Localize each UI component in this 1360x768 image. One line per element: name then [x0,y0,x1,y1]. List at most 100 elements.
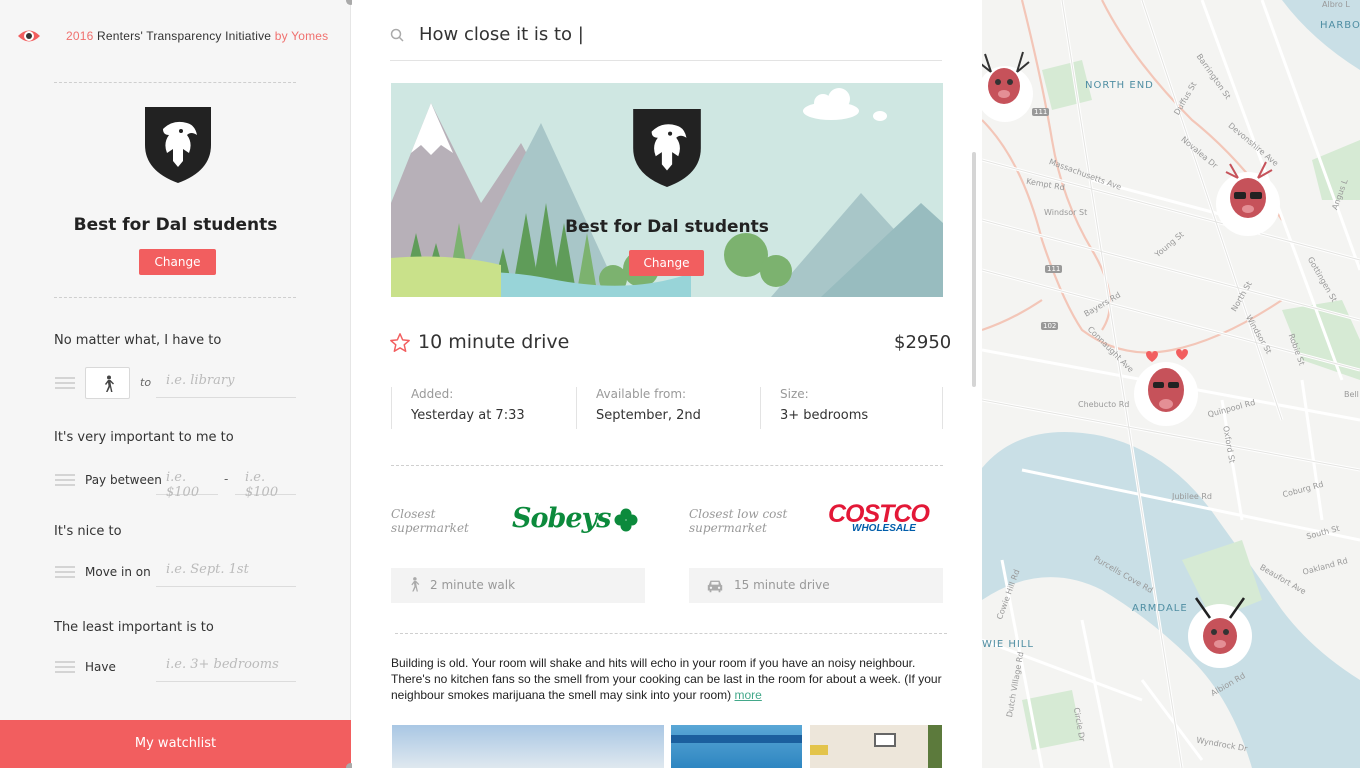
travel-mode-button[interactable] [85,367,130,399]
map-street-label: Oxford St [1221,425,1237,464]
map-area-label: ARMDALE [1132,603,1188,614]
walk-icon [105,375,114,392]
eye-icon[interactable] [17,26,41,46]
detail-value: Yesterday at 7:33 [411,408,525,423]
dal-crest-icon [633,109,701,187]
map-street-label: Circle Dr [1071,706,1087,743]
watchlist-button[interactable]: My watchlist [0,720,351,768]
map-street-label: Dutch Village Rd [1005,651,1026,718]
detail-key: Size: [780,387,809,401]
map-street-label: Robie St [1286,332,1307,367]
drive-distance-box: 15 minute drive [689,568,943,603]
least-heading: The least important is to [54,620,214,635]
initiative-name: Renters' Transparency Initiative [97,29,272,43]
map-street-label: Young St [1153,229,1186,260]
change-profile-button[interactable]: Change [139,249,216,275]
detail-value: September, 2nd [596,408,701,423]
to-label: to [140,376,152,389]
moose-hearts-pin-icon [1134,349,1198,426]
search-underline [390,60,942,61]
map-street-label: Purcells Cove Rd [1092,553,1155,596]
drag-handle-icon[interactable] [55,474,75,486]
map-street-label: Coburg Rd [1281,479,1325,500]
detail-size: Size: 3+ bedrooms [760,387,943,429]
map-street-label: Gottingen St [1305,255,1339,304]
move-in-date-input[interactable]: i.e. Sept. 1st [156,562,296,587]
walk-icon [411,577,420,592]
listing-photo[interactable] [671,725,802,768]
more-link[interactable]: more [735,688,762,702]
route-shield: 102 [1041,322,1059,330]
map-street-label: Bayers Rd [1082,290,1123,319]
listing-price: $2950 [894,332,952,353]
map-street-label: Barrington St [1194,52,1233,101]
hero-title: Best for Dal students [565,217,769,237]
closest-supermarket-label: Closest supermarket [391,507,469,535]
listing-photo[interactable] [392,725,664,768]
route-shield: 111 [1045,265,1063,273]
drag-handle-icon[interactable] [55,566,75,578]
destination-input[interactable]: i.e. library [156,373,296,398]
map-area-label: NORTH END [1085,80,1154,91]
initiative-banner: 2016 Renters' Transparency Initiative by… [66,29,328,43]
map-area-label: WIE HILL [982,639,1034,650]
map-street-label: Kempt Rd [1025,176,1066,193]
initiative-year: 2016 [66,29,94,43]
profile-title: Best for Dal students [73,215,278,235]
sobeys-logo: Sobeys [512,503,642,539]
app-root: 2016 Renters' Transparency Initiative by… [0,0,1360,768]
map-street-label: South St [1305,523,1341,542]
map-street-label: Windsor St [1243,313,1274,356]
walk-distance-box: 2 minute walk [391,568,645,603]
detail-added: Added: Yesterday at 7:33 [391,387,576,429]
initiative-by[interactable]: by Yomes [275,29,329,43]
drive-distance: 15 minute drive [734,578,830,592]
commute-time: 10 minute drive [418,331,570,353]
map-street-label: Quinpool Rd [1206,397,1257,420]
moose-sunglasses-pin-icon [1216,161,1280,236]
topbar: 2016 Renters' Transparency Initiative by… [0,0,350,72]
drag-handle-icon[interactable] [55,377,75,389]
moose-pin-icon [1188,597,1252,668]
listing-pin[interactable] [982,44,1037,128]
divider [395,633,947,634]
map-street-label: Angus L [1330,177,1350,212]
detail-key: Added: [411,387,454,401]
map-street-label: Chebucto Rd [1078,400,1130,409]
map-street-label: Bell [1344,390,1359,399]
hero-banner: Best for Dal students Change [391,83,943,297]
divider [54,297,296,298]
sobeys-logo-text: Sobeys [512,503,611,534]
price-min-input[interactable]: i.e. $100 [156,470,218,500]
star-icon[interactable] [389,332,411,354]
map-view[interactable]: NORTH END ARMDALE WIE HILL HARBO Albro L… [982,0,1360,768]
costco-logo: COSTCO WHOLESALE [828,500,938,536]
listing-pin[interactable] [1186,594,1256,678]
search-input[interactable]: How close it is to | [419,24,584,45]
move-in-label: Move in on [85,565,151,579]
listing-panel: How close it is to | Best for Dal studen… [352,0,982,768]
map-street-label: Albro L [1322,0,1350,9]
store-label-line: supermarket [391,521,469,535]
price-max-input[interactable]: i.e. $100 [235,470,296,500]
listing-pin[interactable] [1132,346,1202,440]
drag-handle-icon[interactable] [55,661,75,673]
car-icon [707,580,723,593]
map-street-label: Duffus St [1172,80,1199,117]
search-icon [390,28,404,42]
listing-photo[interactable] [810,725,942,768]
store-label-line: supermarket [689,521,767,535]
listing-details: Added: Yesterday at 7:33 Available from:… [391,387,943,429]
scrollbar[interactable] [972,152,976,387]
closest-low-cost-label: Closest low cost supermarket [689,507,787,535]
map-street-label: Windsor St [1044,208,1088,217]
listing-pin[interactable] [1214,158,1284,242]
preferences-sidebar: 2016 Renters' Transparency Initiative by… [0,0,351,768]
clover-icon [614,508,638,532]
bedrooms-input[interactable]: i.e. 3+ bedrooms [156,657,296,682]
detail-key: Available from: [596,387,687,401]
nice-heading: It's nice to [54,524,122,539]
description-text: Building is old. Your room will shake an… [391,656,942,702]
change-profile-button[interactable]: Change [629,250,704,276]
map-street-label: Connaught Ave [1085,324,1136,375]
